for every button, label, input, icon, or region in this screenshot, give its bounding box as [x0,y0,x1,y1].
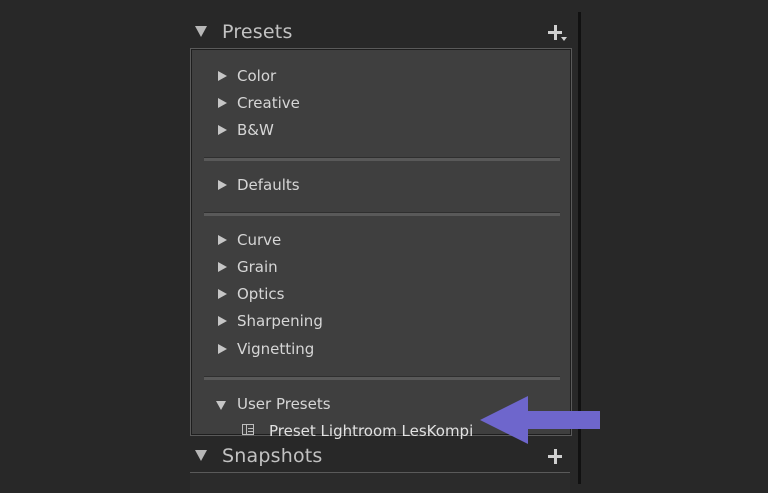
expand-triangle-icon[interactable] [218,180,227,190]
preset-folder-creative[interactable]: Creative [191,90,571,116]
group-divider [204,157,560,161]
collapse-triangle-icon[interactable] [195,26,207,37]
preset-folder-curve[interactable]: Curve [191,227,571,253]
folder-label: Grain [237,258,278,276]
preset-label: Preset Lightroom LesKompi [269,422,474,440]
folder-label: Creative [237,94,300,112]
annotation-arrow-icon [480,396,600,444]
folder-label: Vignetting [237,340,315,358]
expand-triangle-icon[interactable] [218,235,227,245]
collapse-triangle-icon[interactable] [216,401,226,410]
snapshots-title: Snapshots [222,445,323,467]
expand-triangle-icon[interactable] [218,71,227,81]
presets-title: Presets [222,21,293,43]
add-snapshot-icon[interactable] [547,446,569,468]
folder-label: Optics [237,285,285,303]
folder-label: User Presets [237,395,331,413]
expand-triangle-icon[interactable] [218,344,227,354]
folder-label: Curve [237,231,282,249]
folder-label: Color [237,67,277,85]
snapshots-header[interactable]: Snapshots [188,442,574,472]
collapse-triangle-icon[interactable] [195,450,207,461]
expand-triangle-icon[interactable] [218,98,227,108]
preset-folder-color[interactable]: Color [191,63,571,89]
group-divider [204,376,560,380]
group-divider [204,212,560,216]
preset-folder-sharpening[interactable]: Sharpening [191,308,571,334]
folder-label: B&W [237,121,274,139]
folder-label: Sharpening [237,312,323,330]
preset-folder-defaults[interactable]: Defaults [191,172,571,198]
folder-label: Defaults [237,176,300,194]
preset-folder-grain[interactable]: Grain [191,254,571,280]
preset-file-icon [242,424,254,435]
snapshots-list [190,472,570,493]
expand-triangle-icon[interactable] [218,289,227,299]
expand-triangle-icon[interactable] [218,316,227,326]
expand-triangle-icon[interactable] [218,125,227,135]
presets-list: Color Creative B&W Defaults Curve Grain … [190,48,572,440]
preset-folder-bw[interactable]: B&W [191,117,571,143]
presets-header[interactable]: Presets [188,18,574,48]
expand-triangle-icon[interactable] [218,262,227,272]
add-preset-icon[interactable] [547,22,569,44]
preset-folder-optics[interactable]: Optics [191,281,571,307]
preset-folder-vignetting[interactable]: Vignetting [191,336,571,362]
